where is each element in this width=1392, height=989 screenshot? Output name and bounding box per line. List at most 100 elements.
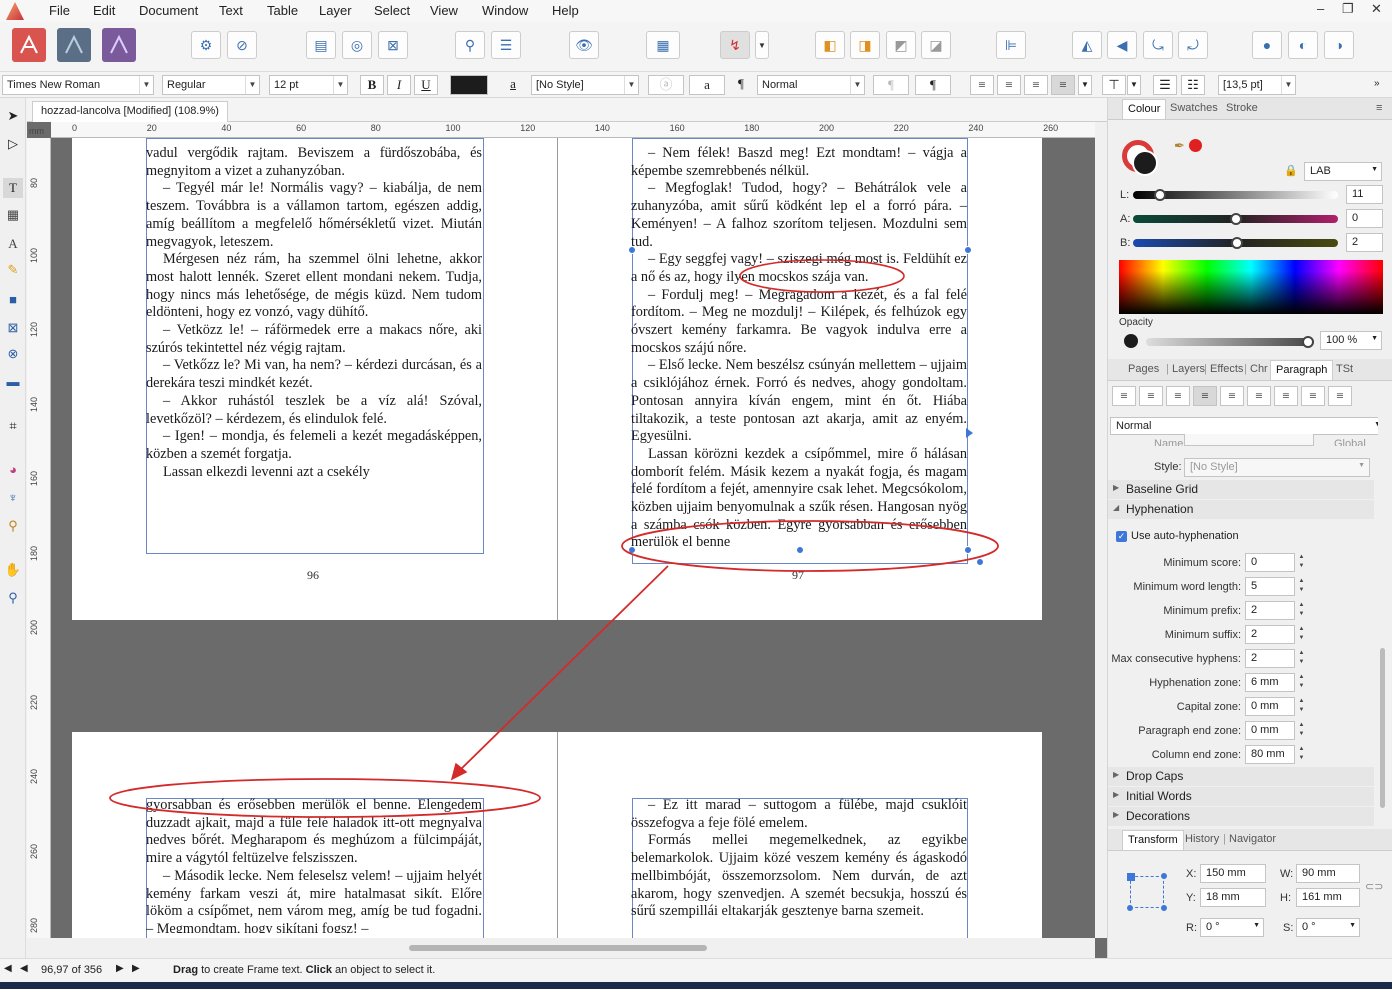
- stepper-arrows-icon[interactable]: ▲ ▼: [1297, 553, 1306, 572]
- vertical-scrollbar[interactable]: [1095, 122, 1107, 938]
- stepper-arrows-icon[interactable]: ▲ ▼: [1297, 721, 1306, 740]
- underline-button[interactable]: U: [414, 75, 438, 95]
- boolean-subtract-icon[interactable]: ◐: [1288, 31, 1318, 59]
- arrange-back-icon[interactable]: ◨: [850, 31, 880, 59]
- y-input[interactable]: 18 mm: [1200, 888, 1266, 907]
- frame-text-tool-icon[interactable]: T: [3, 178, 23, 198]
- page-96-story[interactable]: vadul vergődik rajtam. Beviszem a fürdős…: [146, 145, 482, 550]
- link-frames-dropdown-icon[interactable]: ▼: [755, 31, 769, 59]
- menu-window[interactable]: Window: [482, 3, 528, 18]
- vertical-align-icon[interactable]: ⊤: [1102, 75, 1126, 95]
- hyphenation-field-input[interactable]: 6 mm: [1245, 673, 1295, 692]
- stepper-arrows-icon[interactable]: ▲ ▼: [1297, 625, 1306, 644]
- shear-input[interactable]: 0 ° ▼: [1296, 918, 1360, 937]
- opacity-input[interactable]: 100 % ▼: [1320, 331, 1382, 350]
- global-checkbox[interactable]: Global: [1334, 438, 1366, 446]
- transparency-tool-icon[interactable]: ♆: [3, 488, 23, 508]
- picked-color-swatch[interactable]: [1189, 139, 1202, 152]
- preview-mode-icon[interactable]: 👁: [569, 31, 599, 59]
- text-color-swatch[interactable]: [450, 75, 488, 95]
- b-channel-knob[interactable]: [1231, 237, 1244, 249]
- anchor-top-left[interactable]: [1127, 873, 1135, 881]
- rotate-left-icon[interactable]: ⤿: [1143, 31, 1173, 59]
- horizontal-scroll-thumb[interactable]: [409, 945, 707, 951]
- opacity-knob[interactable]: [1302, 336, 1314, 348]
- node-tool-icon[interactable]: ▷: [3, 134, 23, 154]
- h-input[interactable]: 161 mm: [1296, 888, 1360, 907]
- link-frames-icon[interactable]: ↯: [720, 31, 750, 59]
- italic-button[interactable]: I: [387, 75, 411, 95]
- x-input[interactable]: 150 mm: [1200, 864, 1266, 883]
- artistic-text-tool-icon[interactable]: A: [3, 234, 23, 254]
- tab-stroke[interactable]: Stroke: [1226, 102, 1258, 114]
- horizontal-ruler[interactable]: 0 20 40 60 80 100 120 140 160 180 200 220 240 260: [51, 122, 1095, 138]
- boolean-intersect-icon[interactable]: ◑: [1324, 31, 1354, 59]
- char-style-apply-button[interactable]: a: [689, 75, 725, 95]
- rectangle-tool-icon[interactable]: ■: [3, 290, 23, 310]
- page-97-story[interactable]: – Nem félek! Baszd meg! Ezt mondtam! – v…: [631, 145, 967, 557]
- tab-pages[interactable]: Pages: [1128, 363, 1159, 375]
- section-decorations[interactable]: ▶ Decorations: [1108, 807, 1374, 826]
- justify-icon[interactable]: ≡: [1051, 75, 1075, 95]
- lock-icon[interactable]: 🔒: [1284, 164, 1298, 177]
- selection-handle[interactable]: [628, 546, 636, 554]
- frame-icon[interactable]: ⊠: [378, 31, 408, 59]
- style-select[interactable]: [No Style] ▼: [1184, 458, 1370, 477]
- char-style-clear-icon[interactable]: ⓐ: [648, 75, 684, 95]
- tab-swatches[interactable]: Swatches: [1170, 102, 1218, 114]
- more-options-icon[interactable]: »: [1374, 78, 1380, 89]
- horizontal-scrollbar[interactable]: [27, 938, 1095, 958]
- stepper-arrows-icon[interactable]: ▲ ▼: [1297, 745, 1306, 764]
- selection-handle[interactable]: [796, 546, 804, 554]
- para-justify-center-icon[interactable]: ≡: [1220, 386, 1244, 406]
- para-align-right-icon[interactable]: ≡: [1166, 386, 1190, 406]
- anchor-top-right[interactable]: [1161, 873, 1167, 879]
- align-left-icon[interactable]: ≡: [970, 75, 994, 95]
- opacity-slider[interactable]: [1146, 338, 1314, 346]
- text-wrap-icon[interactable]: ☰: [491, 31, 521, 59]
- table-tool-icon[interactable]: ▦: [3, 205, 23, 225]
- hyphenation-field-input[interactable]: 2: [1245, 625, 1295, 644]
- numbered-list-icon[interactable]: ☷: [1181, 75, 1205, 95]
- align-icon[interactable]: ⊫: [996, 31, 1026, 59]
- l-channel-knob[interactable]: [1154, 189, 1167, 201]
- flip-vertical-icon[interactable]: ◀: [1107, 31, 1137, 59]
- place-image-icon[interactable]: ⊘: [227, 31, 257, 59]
- arrange-backmost-icon[interactable]: ◪: [921, 31, 951, 59]
- photo-persona-icon[interactable]: [57, 28, 91, 62]
- section-drop-caps[interactable]: ▶ Drop Caps: [1108, 767, 1374, 786]
- master-page-icon[interactable]: ◎: [342, 31, 372, 59]
- document-setup-icon[interactable]: ▤: [306, 31, 336, 59]
- link-aspect-icon[interactable]: ⊂⊃: [1365, 880, 1383, 893]
- page-99-story[interactable]: – Ez itt marad – suttogom a fülébe, majd…: [631, 797, 967, 933]
- section-hyphenation[interactable]: ◢ Hyphenation: [1108, 500, 1374, 519]
- last-page-icon[interactable]: ▶: [132, 963, 140, 974]
- menu-view[interactable]: View: [430, 3, 458, 18]
- para-style-apply-icon[interactable]: ¶: [915, 75, 951, 95]
- hyphenation-field-input[interactable]: 5: [1245, 577, 1295, 596]
- hyphenation-field-input[interactable]: 0 mm: [1245, 697, 1295, 716]
- paragraph-style-select[interactable]: Normal ▼: [757, 75, 865, 95]
- para-justify-all-icon[interactable]: ≡: [1274, 386, 1298, 406]
- picture-frame-tool-icon[interactable]: ⊠: [3, 318, 23, 338]
- tab-effects[interactable]: Effects: [1210, 363, 1243, 375]
- hyphenation-field-input[interactable]: 0 mm: [1245, 721, 1295, 740]
- tab-chr[interactable]: Chr: [1250, 363, 1268, 375]
- tab-colour[interactable]: Colour: [1122, 99, 1167, 119]
- b-channel-input[interactable]: 2: [1346, 233, 1383, 252]
- stepper-arrows-icon[interactable]: ▲ ▼: [1297, 697, 1306, 716]
- preferences-icon[interactable]: ⚙: [191, 31, 221, 59]
- page-98-story[interactable]: gyorsabban és erősebben merülök el benne…: [146, 797, 482, 933]
- designer-persona-icon[interactable]: [102, 28, 136, 62]
- colour-model-select[interactable]: LAB ▼: [1304, 162, 1382, 181]
- fill-tool-icon[interactable]: ◕: [3, 460, 23, 480]
- next-page-icon[interactable]: ▶: [116, 963, 124, 974]
- name-input[interactable]: [1184, 434, 1314, 446]
- paragraph-scrollbar[interactable]: [1378, 398, 1388, 818]
- menu-document[interactable]: Document: [139, 3, 198, 18]
- font-weight-select[interactable]: Regular ▼: [162, 75, 260, 95]
- para-align-left-icon[interactable]: ≡: [1112, 386, 1136, 406]
- para-style-clear-icon[interactable]: ¶: [873, 75, 909, 95]
- highlight-icon[interactable]: a: [503, 75, 523, 95]
- align-center-icon[interactable]: ≡: [997, 75, 1021, 95]
